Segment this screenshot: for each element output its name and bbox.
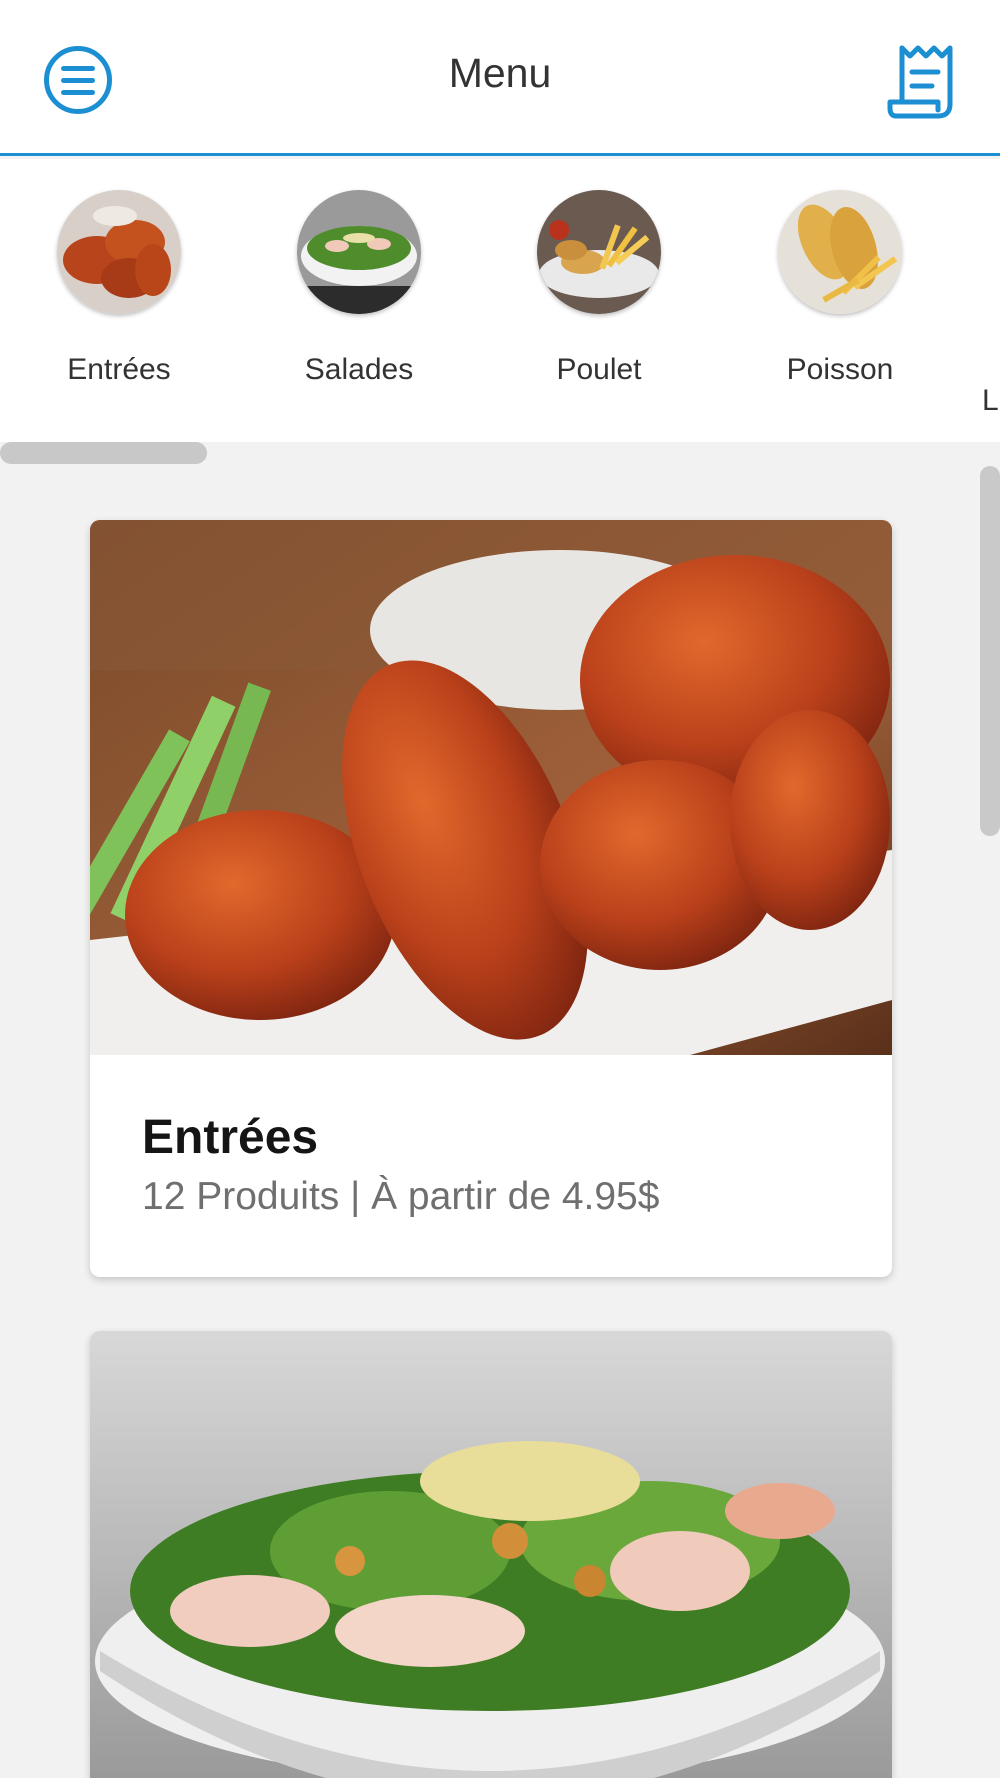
fish-and-chips-thumbnail-icon	[778, 190, 902, 314]
page-title: Menu	[448, 50, 552, 96]
card-title: Entrées	[142, 1111, 319, 1164]
chicken-wings-thumbnail-icon	[57, 190, 181, 314]
category-label: L	[982, 384, 999, 417]
horizontal-scrollbar[interactable]	[0, 442, 207, 464]
category-label: Poulet	[556, 353, 642, 386]
receipt-icon[interactable]	[886, 44, 956, 120]
category-carousel[interactable]: Entrées Salades Poulet Poisson L	[0, 159, 1000, 442]
category-card-entrees[interactable]: Entrées 12 Produits | À partir de 4.95$	[90, 520, 892, 1277]
category-label: Entrées	[67, 353, 171, 386]
category-label: Poisson	[786, 353, 894, 386]
salad-thumbnail-icon	[297, 190, 421, 314]
category-card-salades[interactable]	[90, 1331, 892, 1778]
category-item-salades[interactable]: Salades	[269, 190, 449, 387]
category-item-entrees[interactable]: Entrées	[29, 190, 209, 387]
caesar-salad-photo-icon	[90, 1331, 892, 1778]
category-item-poulet[interactable]: Poulet	[509, 190, 689, 387]
category-item-partial[interactable]: L	[902, 190, 1000, 418]
chicken-fingers-thumbnail-icon	[537, 190, 661, 314]
card-meta: 12 Produits | À partir de 4.95$	[142, 1175, 660, 1218]
chicken-wings-photo-icon	[90, 520, 892, 1055]
app-header: Menu	[0, 0, 1000, 156]
category-label: Salades	[304, 353, 414, 386]
vertical-scrollbar[interactable]	[980, 466, 1000, 836]
card-info: Entrées 12 Produits | À partir de 4.95$	[90, 1055, 892, 1219]
